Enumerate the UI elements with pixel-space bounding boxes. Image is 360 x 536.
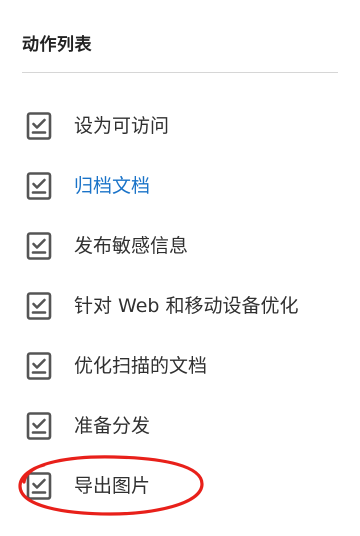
action-item-archive-document[interactable]: 归档文档 [0, 156, 360, 216]
action-item-optimize-scanned[interactable]: 优化扫描的文档 [0, 336, 360, 396]
action-item-publish-sensitive[interactable]: 发布敏感信息 [0, 216, 360, 276]
action-item-make-accessible[interactable]: 设为可访问 [0, 96, 360, 156]
panel-title: 动作列表 [22, 35, 92, 55]
checklist-icon [26, 232, 52, 260]
checklist-icon [26, 412, 52, 440]
action-label: 优化扫描的文档 [74, 355, 208, 377]
checklist-icon [26, 172, 52, 200]
action-list: 设为可访问 归档文档 发布敏感信息 针对 Web 和移动设备优化 优化扫描的文档… [0, 96, 360, 516]
action-label: 针对 Web 和移动设备优化 [74, 295, 299, 317]
divider [22, 72, 338, 73]
action-label: 设为可访问 [74, 115, 170, 137]
action-list-panel: 动作列表 设为可访问 归档文档 发布敏感信息 针对 Web 和移动设备优化 优化… [0, 0, 360, 536]
action-item-optimize-web-mobile[interactable]: 针对 Web 和移动设备优化 [0, 276, 360, 336]
action-label-link[interactable]: 归档文档 [74, 174, 150, 198]
checklist-icon [26, 292, 52, 320]
checklist-icon [26, 352, 52, 380]
action-label: 准备分发 [74, 415, 151, 437]
action-label: 发布敏感信息 [74, 235, 189, 257]
action-item-export-images[interactable]: 导出图片 [0, 456, 360, 516]
checklist-icon [26, 112, 52, 140]
action-label: 导出图片 [74, 475, 151, 497]
checklist-icon [26, 472, 52, 500]
action-item-prepare-distribution[interactable]: 准备分发 [0, 396, 360, 456]
